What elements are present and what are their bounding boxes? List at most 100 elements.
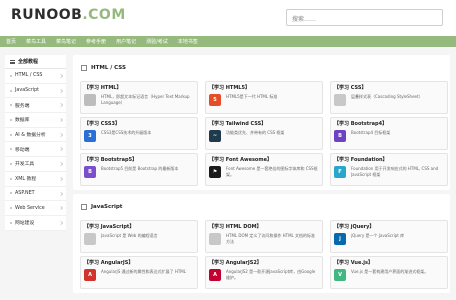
- site-logo[interactable]: RUNOOB.COM: [11, 7, 126, 23]
- nav-item[interactable]: 本地书签: [178, 38, 198, 45]
- tutorial-card[interactable]: 【学习 AngularJS2】 A AngularJS2 是一款开源JavaScri…: [205, 256, 323, 289]
- nav-item[interactable]: 菜鸟工具: [26, 38, 46, 45]
- bullet-icon: [10, 104, 12, 107]
- card-body: A AngularJS2 是一款开源JavaScript库，由Google维护。: [209, 269, 319, 281]
- card-description: AngularJS2 是一款开源JavaScript库，由Google维护。: [226, 269, 316, 280]
- sidebar-title: 全部教程: [18, 59, 39, 65]
- card-title: 【学习 Vue.js】: [334, 260, 373, 266]
- card-body: j jQuery 是一个 JavaScript 库: [334, 233, 444, 245]
- bootstrap5-icon: B: [84, 166, 96, 178]
- tutorial-card[interactable]: 【学习 AngularJS】 A AngularJS 通过新的属性和表达式扩展了 H…: [80, 256, 198, 289]
- bullet-icon: [10, 192, 12, 195]
- nav-item[interactable]: 参考手册: [86, 38, 106, 45]
- sidebar-item[interactable]: 开发工具: [5, 157, 66, 172]
- chevron-right-icon: [59, 118, 63, 123]
- tutorial-card[interactable]: 【学习 jQuery】 j jQuery 是一个 JavaScript 库: [330, 220, 448, 253]
- tutorial-card[interactable]: 【学习 Tailwind CSS】 ~ 功能类优先、并带有的 CSS 框架: [205, 117, 323, 150]
- bullet-icon: [10, 162, 12, 165]
- html-dom-icon: [209, 233, 221, 245]
- tutorial-card[interactable]: 【学习 HTML】 HTML，即超文本标记语言（Hyper Text Markup…: [80, 81, 198, 114]
- sidebar-item-label: 数据库: [15, 118, 30, 124]
- card-description: 功能类优先、并带有的 CSS 框架: [226, 130, 285, 135]
- angularjs2-icon: A: [209, 269, 221, 281]
- sidebar-item[interactable]: ASP.NET: [5, 187, 66, 202]
- nav-item[interactable]: 测验/考试: [146, 38, 168, 45]
- card-description: Font Awesome 是一套绝佳的图标字体库和 CSS框架。: [226, 166, 318, 177]
- card-body: ⚑ Font Awesome 是一套绝佳的图标字体库和 CSS框架。: [209, 166, 319, 178]
- tutorial-card[interactable]: 【学习 CSS3】 3 CSS3是CSS技术的升级版本: [80, 117, 198, 150]
- nav-item[interactable]: 用户笔记: [116, 38, 136, 45]
- sidebar-item[interactable]: 移动端: [5, 142, 66, 158]
- bullet-icon: [10, 221, 12, 224]
- sidebar: 全部教程 HTML / CSS JavaScript 服务端数据库 AI & 数据分析…: [5, 55, 66, 231]
- chevron-right-icon: [59, 206, 63, 211]
- top-nav: 首页 菜鸟工具 菜鸟笔记 参考手册 用户笔记 测验/考试 本地书签: [0, 36, 456, 47]
- card-title: 【学习 CSS】: [334, 85, 367, 91]
- tutorial-card[interactable]: 【学习 CSS】层叠样式表（Cascading StyleSheet）: [330, 81, 448, 114]
- vue-icon: V: [334, 269, 346, 281]
- tutorial-section: HTML / CSS 【学习 HTML】 HTML，即超文本标记语言（Hyper T…: [73, 55, 450, 190]
- tailwind-icon: ~: [209, 130, 221, 142]
- card-body: A AngularJS 通过新的属性和表达式扩展了 HTML: [84, 269, 194, 281]
- tutorial-card[interactable]: 【学习 Vue.js】 V Vue.js 是一套构建用户界面的渐进式框架。: [330, 256, 448, 289]
- card-description: HTML5是下一代 HTML 标准: [226, 94, 278, 99]
- card-description: AngularJS 通过新的属性和表达式扩展了 HTML: [101, 269, 186, 274]
- card-body: 3 CSS3是CSS技术的升级版本: [84, 130, 194, 142]
- card-body: 层叠样式表（Cascading StyleSheet）: [334, 94, 444, 106]
- sidebar-item[interactable]: 服务端: [5, 98, 66, 114]
- section-icon: [81, 204, 87, 210]
- tutorial-card[interactable]: 【学习 JavaScript】 JavaScript 是 Web 的编程语言: [80, 220, 198, 253]
- card-grid: 【学习 JavaScript】 JavaScript 是 Web 的编程语言 【学习…: [78, 220, 448, 289]
- chevron-right-icon: [59, 74, 63, 78]
- card-description: HTML，即超文本标记语言（Hyper Text Markup Language…: [101, 94, 190, 105]
- sidebar-item[interactable]: AI & 数据分析: [5, 128, 66, 143]
- card-description: JavaScript 是 Web 的编程语言: [101, 233, 158, 238]
- card-description: jQuery 是一个 JavaScript 库: [351, 233, 405, 238]
- sidebar-item-label: AI & 数据分析: [15, 133, 46, 139]
- card-body: HTML，即超文本标记语言（Hyper Text Markup Language…: [84, 94, 194, 106]
- html-icon: [84, 94, 96, 106]
- tutorial-card[interactable]: 【学习 Bootstrap4】 B Bootstrap4 目标框架: [330, 117, 448, 150]
- chevron-right-icon: [59, 220, 63, 225]
- bullet-icon: [10, 74, 12, 77]
- tutorial-card[interactable]: 【学习 Foundation】 F Foundation 用于开发响应式的 HTML…: [330, 153, 448, 186]
- sidebar-item[interactable]: HTML / CSS: [5, 69, 66, 84]
- card-title: 【学习 HTML5】: [209, 85, 250, 91]
- sidebar-item[interactable]: Web Service: [5, 201, 66, 216]
- nav-item[interactable]: 首页: [6, 38, 16, 45]
- card-description: Bootstrap4 目标框架: [351, 130, 391, 135]
- tutorial-card[interactable]: 【学习 HTML5】 5 HTML5是下一代 HTML 标准: [205, 81, 323, 114]
- sidebar-list: HTML / CSS JavaScript 服务端数据库 AI & 数据分析移动端开发…: [5, 69, 66, 231]
- sidebar-header: 全部教程: [5, 55, 66, 69]
- card-body: JavaScript 是 Web 的编程语言: [84, 233, 194, 245]
- nav-item[interactable]: 菜鸟笔记: [56, 38, 76, 45]
- card-description: Vue.js 是一套构建用户界面的渐进式框架。: [351, 269, 429, 274]
- tutorial-card[interactable]: 【学习 Font Awesome】 ⚑ Font Awesome 是一套绝佳的图标字…: [205, 153, 323, 186]
- card-description: Bootstrap5 目前是 Bootstrap 的最新版本: [101, 166, 179, 171]
- sidebar-item[interactable]: XML 教程: [5, 172, 66, 187]
- html5-icon: 5: [209, 94, 221, 106]
- card-body: HTML DOM 定义了访问和操作 HTML 文档的标准方法: [209, 233, 319, 245]
- sidebar-item[interactable]: 网站建设: [5, 216, 66, 231]
- tutorial-card[interactable]: 【学习 Bootstrap5】 B Bootstrap5 目前是 Bootstrap…: [80, 153, 198, 186]
- chevron-right-icon: [59, 191, 63, 196]
- card-description: Foundation 用于开发响应式的 HTML, CSS and JavaSc…: [351, 166, 439, 177]
- site-header: RUNOOB.COM 搜索……: [0, 0, 456, 36]
- bootstrap4-icon: B: [334, 130, 346, 142]
- sidebar-item-label: 服务端: [15, 103, 30, 109]
- chevron-right-icon: [59, 88, 63, 93]
- card-title: 【学习 AngularJS】: [84, 260, 134, 266]
- jquery-icon: j: [334, 233, 346, 245]
- section-icon: [81, 65, 87, 71]
- sidebar-item-label: 开发工具: [15, 162, 35, 168]
- sidebar-item-label: JavaScript: [15, 88, 40, 94]
- card-description: CSS3是CSS技术的升级版本: [101, 130, 152, 135]
- bullet-icon: [10, 133, 12, 136]
- javascript-icon: [84, 233, 96, 245]
- tutorial-card[interactable]: 【学习 HTML DOM】 HTML DOM 定义了访问和操作 HTML 文档的标…: [205, 220, 323, 253]
- chevron-right-icon: [59, 147, 63, 152]
- sidebar-item[interactable]: 数据库: [5, 113, 66, 128]
- search-input[interactable]: 搜索……: [286, 9, 443, 26]
- sidebar-item[interactable]: JavaScript: [5, 84, 66, 99]
- angularjs-icon: A: [84, 269, 96, 281]
